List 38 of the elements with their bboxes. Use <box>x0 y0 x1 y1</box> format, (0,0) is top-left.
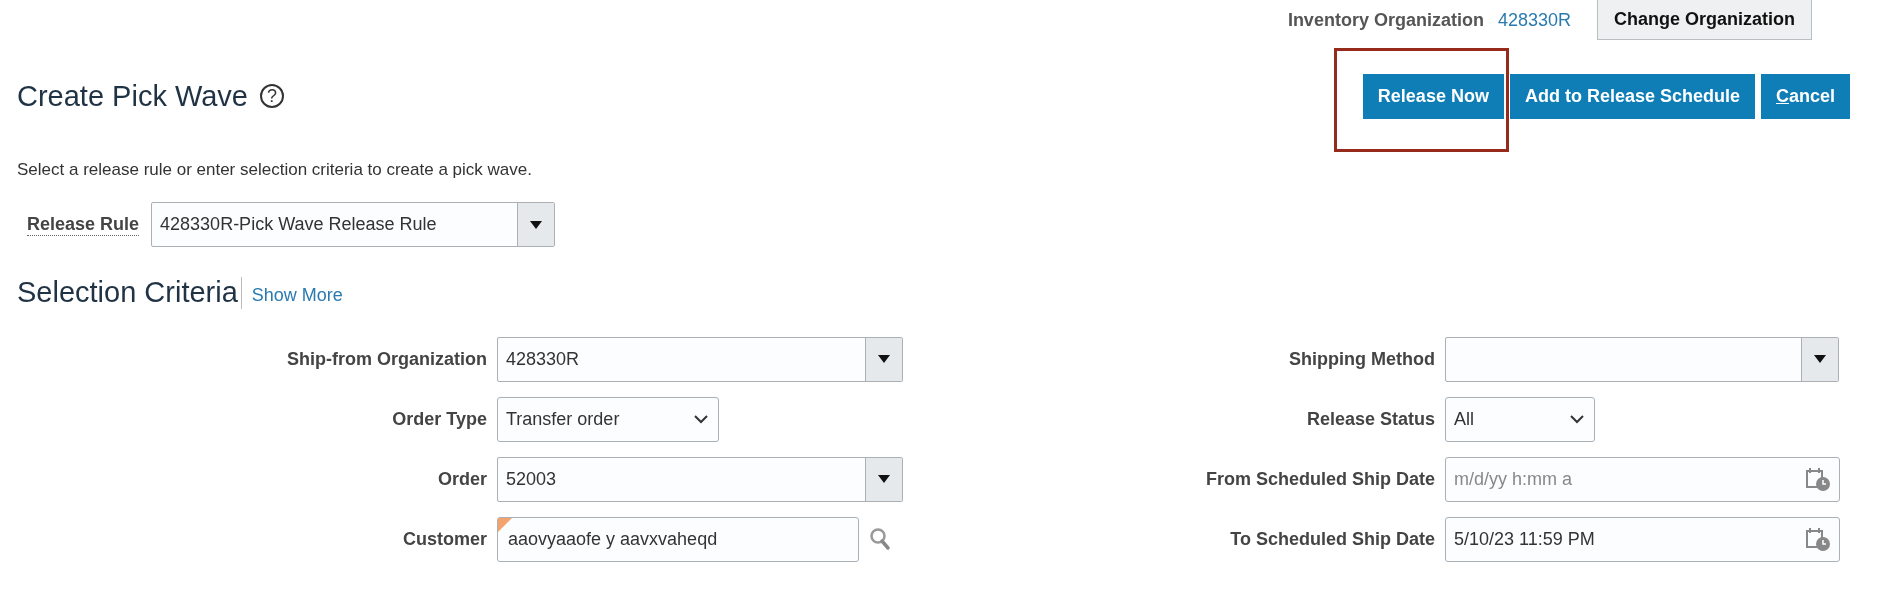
action-button[interactable]: Release Now <box>1362 73 1504 119</box>
search-icon[interactable] <box>869 527 891 552</box>
dropdown-arrow-icon <box>1813 354 1827 365</box>
dropdown-arrow-icon <box>529 219 544 230</box>
field-label: Order Type <box>391 408 487 430</box>
dropdown-arrow-icon <box>877 474 891 485</box>
combo-field[interactable]: 428330R-Pick Wave Release Rule <box>151 202 556 247</box>
field-label: Ship-from Organization <box>286 348 487 370</box>
calendar-clock-icon[interactable] <box>1805 466 1831 493</box>
show-more-link[interactable]: Show More <box>251 284 343 306</box>
date-field[interactable]: 5/10/23 11:59 PM <box>1445 516 1840 562</box>
chevron-down-icon <box>694 414 708 424</box>
page-title: Create Pick Wave <box>17 79 248 113</box>
field-label: Order <box>436 468 487 490</box>
section-title: Selection Criteria <box>17 277 242 309</box>
combo-field[interactable]: 428330R <box>497 336 903 382</box>
field-label: Customer <box>402 528 487 550</box>
field-label: From Scheduled Ship Date <box>1204 468 1435 490</box>
change-organization-button[interactable]: Change Organization <box>1597 0 1812 40</box>
calendar-clock-icon[interactable] <box>1805 526 1831 553</box>
dropdown-arrow-icon <box>877 354 891 365</box>
action-button[interactable]: Cancel <box>1760 73 1850 119</box>
field-label: To Scheduled Ship Date <box>1229 528 1435 550</box>
select-field[interactable]: All <box>1445 396 1595 442</box>
select-field[interactable]: Transfer order <box>497 396 719 442</box>
input-field[interactable]: aaovyaaofe y aavxvaheqd <box>497 516 859 562</box>
help-icon[interactable]: ? <box>260 84 284 108</box>
date-field[interactable]: m/d/yy h:mm a <box>1445 456 1840 502</box>
instruction-text: Select a release rule or enter selection criteria to create a pick wave. <box>17 160 533 180</box>
field-label: Release Status <box>1305 408 1435 430</box>
organization-label: Inventory Organization <box>1287 9 1484 31</box>
combo-field[interactable] <box>1445 336 1839 382</box>
action-button[interactable]: Add to Release Schedule <box>1509 73 1755 119</box>
organization-link[interactable]: 428330R <box>1497 9 1571 31</box>
field-label: Release Rule <box>27 213 140 236</box>
chevron-down-icon <box>1570 414 1584 424</box>
field-label: Shipping Method <box>1288 348 1435 370</box>
combo-field[interactable]: 52003 <box>497 456 903 502</box>
